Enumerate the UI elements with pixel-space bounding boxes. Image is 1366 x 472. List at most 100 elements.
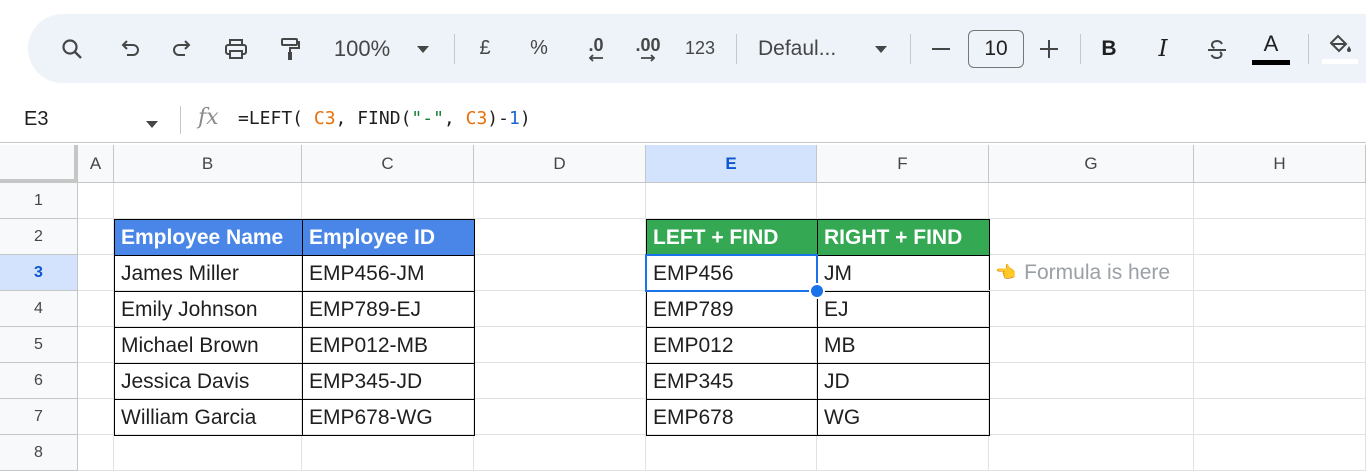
plus-icon[interactable] — [1036, 14, 1062, 83]
table1-header-cell[interactable]: Employee ID — [302, 219, 475, 256]
cell-h2[interactable] — [1194, 219, 1366, 255]
column-header-h[interactable]: H — [1194, 145, 1366, 183]
cell-a5[interactable] — [78, 327, 114, 363]
cell-h5[interactable] — [1194, 327, 1366, 363]
italic-button[interactable]: I — [1148, 14, 1178, 83]
bold-button[interactable]: B — [1094, 14, 1124, 83]
cell-a8[interactable] — [78, 435, 114, 471]
row-header-5[interactable]: 5 — [0, 327, 78, 363]
table1-data-cell[interactable]: EMP012-MB — [302, 327, 475, 364]
cell-g5[interactable] — [989, 327, 1194, 363]
cell-a3[interactable] — [78, 255, 114, 291]
currency-button[interactable]: £ — [472, 14, 498, 83]
cell-d1[interactable] — [474, 183, 646, 219]
cell-a4[interactable] — [78, 291, 114, 327]
row-header-6[interactable]: 6 — [0, 363, 78, 399]
table2-data-cell[interactable]: MB — [817, 327, 990, 364]
table1-data-cell[interactable]: EMP678-WG — [302, 399, 475, 436]
formula-input[interactable]: =LEFT( C3, FIND("-", C3)-1) — [238, 108, 531, 129]
cell-e8[interactable] — [646, 435, 817, 471]
row-header-8[interactable]: 8 — [0, 435, 78, 471]
cell-d4[interactable] — [474, 291, 646, 327]
table2-data-cell[interactable]: EMP456 — [646, 255, 818, 292]
name-box[interactable]: E3 — [24, 108, 48, 131]
row-header-4[interactable]: 4 — [0, 291, 78, 327]
table2-data-cell[interactable]: JD — [817, 363, 990, 400]
cell-f1[interactable] — [817, 183, 989, 219]
table1-data-cell[interactable]: EMP789-EJ — [302, 291, 475, 328]
select-all-corner[interactable] — [0, 145, 78, 183]
table2-header-cell[interactable]: LEFT + FIND — [646, 219, 818, 256]
font-dropdown-icon[interactable] — [870, 14, 892, 83]
print-icon[interactable] — [218, 14, 254, 83]
cell-h6[interactable] — [1194, 363, 1366, 399]
paint-format-icon[interactable] — [272, 14, 308, 83]
table2-header-cell[interactable]: RIGHT + FIND — [817, 219, 990, 256]
cell-c1[interactable] — [302, 183, 474, 219]
cell-b1[interactable] — [114, 183, 302, 219]
cell-h1[interactable] — [1194, 183, 1366, 219]
cell-g2[interactable] — [989, 219, 1194, 255]
cell-g7[interactable] — [989, 399, 1194, 435]
font-size-input[interactable]: 10 — [968, 30, 1024, 68]
zoom-select[interactable]: 100% — [324, 14, 400, 83]
table2-data-cell[interactable]: EJ — [817, 291, 990, 328]
cell-a7[interactable] — [78, 399, 114, 435]
fill-handle[interactable] — [809, 283, 825, 299]
table2-data-cell[interactable]: EMP678 — [646, 399, 818, 436]
column-header-e[interactable]: E — [646, 145, 817, 183]
minus-icon[interactable] — [928, 14, 954, 83]
column-header-c[interactable]: C — [302, 145, 474, 183]
row-header-1[interactable]: 1 — [0, 183, 78, 219]
cell-d7[interactable] — [474, 399, 646, 435]
undo-icon[interactable] — [112, 14, 148, 83]
cell-d5[interactable] — [474, 327, 646, 363]
name-box-dropdown-icon[interactable] — [145, 116, 159, 134]
decrease-decimal-button[interactable]: .0 — [576, 14, 616, 83]
cell-d3[interactable] — [474, 255, 646, 291]
column-header-g[interactable]: G — [989, 145, 1194, 183]
font-select[interactable]: Defaul... — [758, 14, 854, 83]
cell-a2[interactable] — [78, 219, 114, 255]
column-header-b[interactable]: B — [114, 145, 302, 183]
table2-data-cell[interactable]: WG — [817, 399, 990, 436]
cell-h7[interactable] — [1194, 399, 1366, 435]
table2-data-cell[interactable]: JM — [817, 255, 990, 292]
column-header-f[interactable]: F — [817, 145, 989, 183]
cell-d2[interactable] — [474, 219, 646, 255]
column-header-a[interactable]: A — [78, 145, 114, 183]
cell-f8[interactable] — [817, 435, 989, 471]
number-format-button[interactable]: 123 — [680, 14, 720, 83]
row-header-7[interactable]: 7 — [0, 399, 78, 435]
column-header-d[interactable]: D — [474, 145, 646, 183]
cell-b8[interactable] — [114, 435, 302, 471]
table1-header-cell[interactable]: Employee Name — [114, 219, 303, 256]
cell-d8[interactable] — [474, 435, 646, 471]
cell-g4[interactable] — [989, 291, 1194, 327]
table2-data-cell[interactable]: EMP789 — [646, 291, 818, 328]
text-color-button[interactable]: A — [1250, 14, 1292, 83]
cell-g1[interactable] — [989, 183, 1194, 219]
table1-data-cell[interactable]: William Garcia — [114, 399, 303, 436]
row-header-3[interactable]: 3 — [0, 255, 78, 291]
increase-decimal-button[interactable]: .00 — [628, 14, 668, 83]
row-header-2[interactable]: 2 — [0, 219, 78, 255]
table2-data-cell[interactable]: EMP345 — [646, 363, 818, 400]
cell-e1[interactable] — [646, 183, 817, 219]
redo-icon[interactable] — [164, 14, 200, 83]
cell-d6[interactable] — [474, 363, 646, 399]
table1-data-cell[interactable]: EMP456-JM — [302, 255, 475, 292]
table1-data-cell[interactable]: Jessica Davis — [114, 363, 303, 400]
table2-data-cell[interactable]: EMP012 — [646, 327, 818, 364]
cell-h4[interactable] — [1194, 291, 1366, 327]
fill-color-icon[interactable] — [1320, 14, 1360, 83]
percent-button[interactable]: % — [524, 14, 554, 83]
search-icon[interactable] — [54, 14, 90, 83]
cell-g8[interactable] — [989, 435, 1194, 471]
table1-data-cell[interactable]: Michael Brown — [114, 327, 303, 364]
cell-h8[interactable] — [1194, 435, 1366, 471]
zoom-dropdown-icon[interactable] — [412, 14, 434, 83]
cell-a6[interactable] — [78, 363, 114, 399]
cell-a1[interactable] — [78, 183, 114, 219]
strikethrough-icon[interactable] — [1202, 14, 1232, 83]
